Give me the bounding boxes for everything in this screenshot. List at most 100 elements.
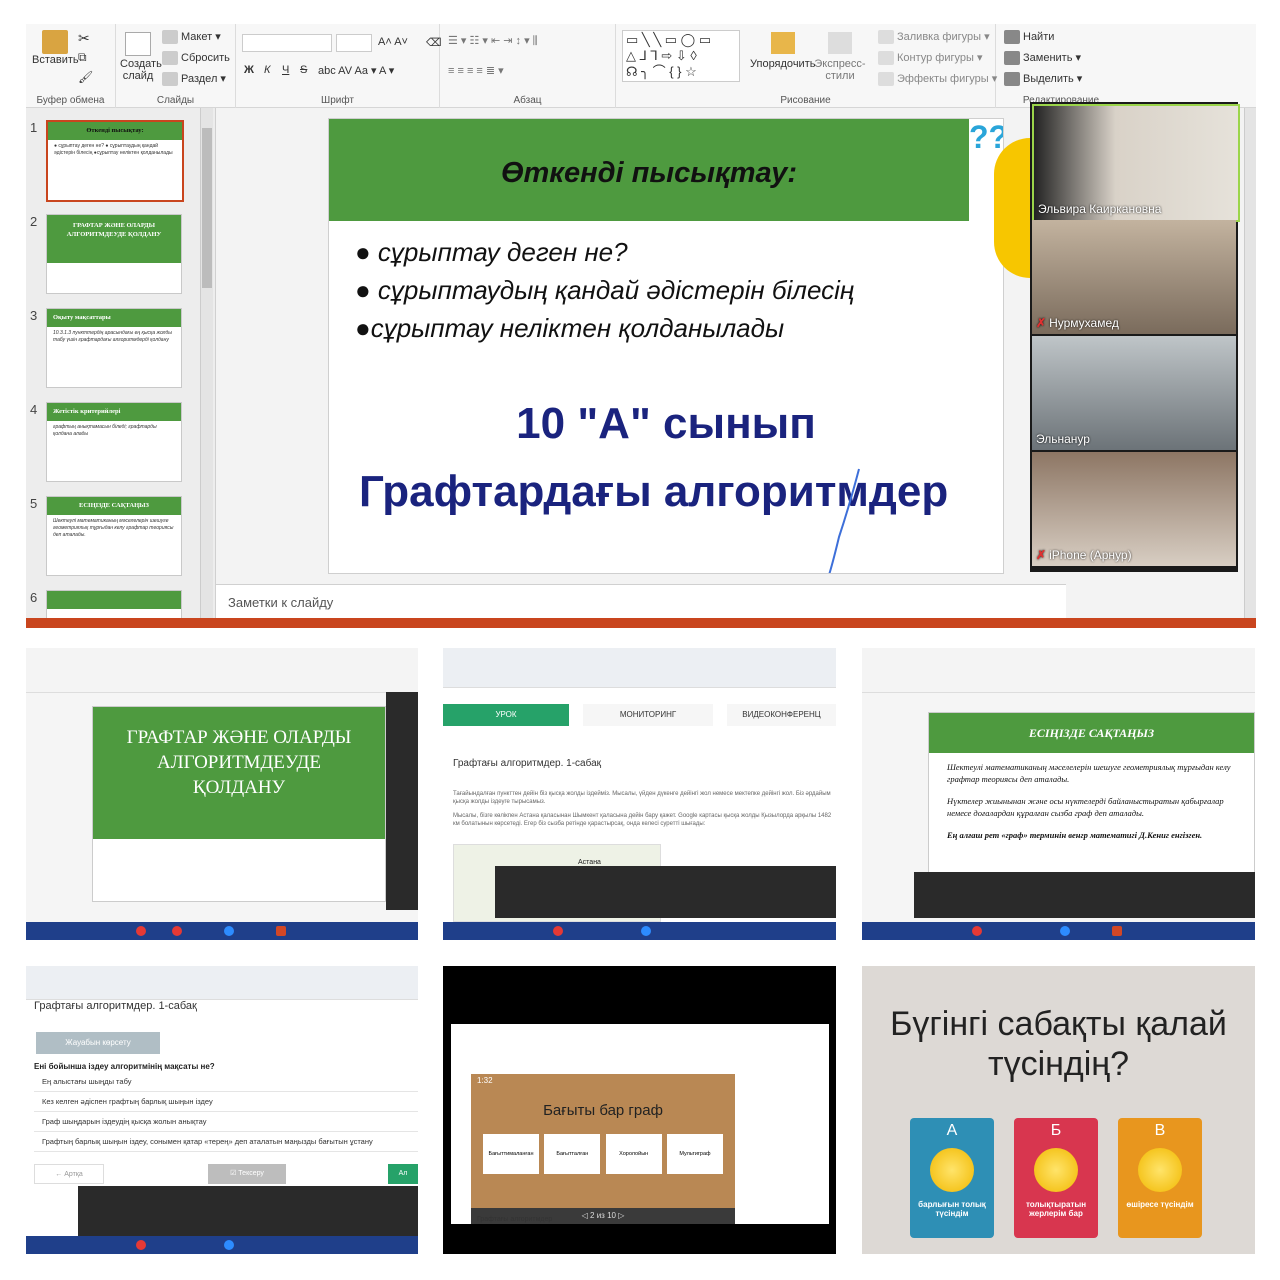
answer-card[interactable]: Бағыттималанған — [483, 1134, 539, 1174]
font-size-select[interactable] — [336, 34, 372, 52]
answer-card-c[interactable]: В өшіресе түсіндім — [1118, 1118, 1202, 1238]
fill-icon — [878, 30, 894, 45]
new-slide-button[interactable]: Создать слайд — [120, 32, 162, 82]
answer-card-a[interactable]: А барлығын толық түсіндім — [910, 1118, 994, 1238]
participant-label: ✗ Нурмухамед — [1036, 316, 1119, 330]
copy-icon[interactable]: ⧉ — [78, 50, 87, 65]
quiz-question: Ені бойынша іздеу алгоритмінің мақсаты н… — [34, 1062, 215, 1071]
slide-thumbnail-6[interactable] — [46, 590, 182, 620]
ribbon: Вставить ✂ ⧉ 🖌 Буфер обмена Создать слай… — [26, 24, 1256, 108]
current-slide[interactable]: Өткенді пысықтау: ?? ● сұрыптау деген не… — [328, 118, 1004, 574]
tab-videoconference[interactable]: ВИДЕОКОНФЕРЕНЦ — [727, 704, 836, 726]
layout-button[interactable]: Макет ▾ — [162, 30, 221, 45]
list-icons[interactable]: ☰ ▾ ☷ ▾ ⇤ ⇥ ↕ ▾ ⫼ — [448, 34, 538, 48]
answer-card[interactable]: Хоролойын — [605, 1134, 662, 1174]
tab-lesson[interactable]: УРОК — [443, 704, 569, 726]
quiz-option[interactable]: Графтың барлық шыңын іздеу, сонымен қата… — [34, 1132, 418, 1152]
select-button[interactable]: Выделить ▾ — [1004, 72, 1082, 87]
slide-title: ГРАФТАР ЖӘНЕ ОЛАРДЫ АЛГОРИТМДЕУДЕ ҚОЛДАН… — [93, 707, 385, 839]
bold-button[interactable]: Ж — [244, 64, 254, 76]
next-button[interactable]: Ал — [388, 1164, 418, 1184]
video-tile[interactable]: Эльвира Каиркановна — [1032, 104, 1240, 222]
game-title: Бағыты бар граф — [543, 1102, 663, 1119]
thumbnails-scrollbar[interactable] — [200, 108, 213, 618]
back-button[interactable]: ← Артқа — [34, 1164, 104, 1184]
slide-thumbnail-2[interactable]: ГРАФТАР ЖӘНЕ ОЛАРДЫ АЛГОРИТМДЕУДЕ ҚОЛДАН… — [46, 214, 182, 294]
replace-button[interactable]: Заменить ▾ — [1004, 51, 1081, 66]
reset-button[interactable]: Сбросить — [162, 51, 230, 65]
zoom-icon[interactable] — [1060, 926, 1070, 936]
thumb-number: 2 — [30, 214, 38, 229]
game-timer: 1:32 — [477, 1076, 493, 1085]
shape-fill-button[interactable]: Заливка фигуры ▾ — [878, 30, 990, 45]
check-button[interactable]: ☑ Тексеру — [208, 1164, 286, 1184]
chrome-icon[interactable] — [136, 926, 146, 936]
lesson-paragraph: Мысалы, бізге көлікпен Астана қаласынан … — [453, 813, 832, 827]
slide-thumbnail-3[interactable]: Оқыту мақсаттары 10.3.1.3 пункттердің ар… — [46, 308, 182, 388]
zoom-strip — [386, 692, 418, 910]
zoom-icon[interactable] — [224, 926, 234, 936]
chrome-icon[interactable] — [553, 926, 563, 936]
map-city-label: Астана — [578, 859, 601, 866]
paste-button[interactable]: Вставить — [32, 30, 79, 66]
chrome-icon[interactable] — [972, 926, 982, 936]
shape-outline-button[interactable]: Контур фигуры ▾ — [878, 51, 983, 66]
format-painter-icon[interactable]: 🖌 — [78, 70, 93, 84]
screenshot-slide-2: ГРАФТАР ЖӘНЕ ОЛАРДЫ АЛГОРИТМДЕУДЕ ҚОЛДАН… — [26, 648, 418, 940]
slide-thumbnail-4[interactable]: Жетістік критерийлері графтың анықтамасы… — [46, 402, 182, 482]
section-button[interactable]: Раздел ▾ — [162, 72, 226, 87]
arrange-button[interactable]: Упорядочить — [750, 32, 815, 70]
paste-icon — [42, 30, 68, 54]
underline-button[interactable]: Ч — [282, 64, 289, 76]
shape-effects-button[interactable]: Эффекты фигуры ▾ — [878, 72, 997, 87]
effects-icon — [878, 72, 894, 87]
shapes-gallery[interactable]: ▭ ╲ ╲ ▭ ◯ ▭ △ ⅃ ⅂ ⇨ ⇩ ◊ ☊ ╮ ⌒ { } ☆ — [622, 30, 740, 82]
zoom-video-strip — [78, 1186, 418, 1236]
font-misc-icons[interactable]: abc AV Aa ▾ A ▾ — [318, 64, 394, 77]
grow-font-icon[interactable]: A˄ A˅ — [378, 36, 408, 48]
cut-icon[interactable]: ✂ — [78, 30, 90, 47]
slide-thumbnail-5[interactable]: ЕСІҢІЗДЕ САҚТАҢЫЗ Шектеулі математиканың… — [46, 496, 182, 576]
main-scrollbar[interactable] — [1244, 108, 1256, 618]
video-tile[interactable]: Эльнанур — [1032, 336, 1236, 450]
notes-pane[interactable]: Заметки к слайду — [216, 584, 1066, 618]
video-tile[interactable]: ✗ iPhone (Арнур) — [1032, 452, 1236, 566]
scrollbar-thumb[interactable] — [202, 128, 212, 288]
chrome-icon[interactable] — [136, 1240, 146, 1250]
paragraph-group: ☰ ▾ ☷ ▾ ⇤ ⇥ ↕ ▾ ⫼ ≡ ≡ ≡ ≡ ≣ ▾ Абзац — [440, 24, 616, 108]
powerpoint-icon[interactable] — [1112, 926, 1122, 936]
mini-ribbon — [26, 648, 418, 693]
video-tile[interactable]: ✗ Нурмухамед — [1032, 220, 1236, 334]
italic-button[interactable]: К — [264, 64, 270, 76]
show-answer-button[interactable]: Жауабын көрсету — [36, 1032, 160, 1054]
thumb-number: 5 — [30, 496, 38, 511]
game-board[interactable]: 1:32 Бағыты бар граф Бағыттималанған Бағ… — [471, 1074, 735, 1224]
answer-card-b[interactable]: Б толықтыратын жерлерім бар — [1014, 1118, 1098, 1238]
thumb-title: Өткенді пысықтау: — [48, 122, 182, 140]
answer-card[interactable]: Бағытталған — [544, 1134, 601, 1174]
screenshot-wordwall-game: 1:32 Бағыты бар граф Бағыттималанған Бағ… — [443, 966, 836, 1254]
strike-button[interactable]: S — [300, 64, 307, 76]
quiz-option[interactable]: Кез келген әдіспен графтың барлық шыңын … — [34, 1092, 418, 1112]
pen-annotation — [828, 468, 860, 573]
powerpoint-icon[interactable] — [276, 926, 286, 936]
zoom-icon[interactable] — [641, 926, 651, 936]
zoom-icon[interactable] — [224, 1240, 234, 1250]
align-icons[interactable]: ≡ ≡ ≡ ≡ ≣ ▾ — [448, 64, 504, 77]
quick-styles-button[interactable]: Экспресс-стили — [812, 32, 868, 82]
find-button[interactable]: Найти — [1004, 30, 1054, 44]
quiz-options: Ең алыстағы шыңды табу Кез келген әдіспе… — [34, 1072, 418, 1152]
tab-monitoring[interactable]: МОНИТОРИНГ — [583, 704, 713, 726]
thumb-number: 4 — [30, 402, 38, 417]
zoom-video-strip — [914, 872, 1255, 918]
quiz-option[interactable]: Граф шыңдарын іздеудің қысқа жолын анықт… — [34, 1112, 418, 1132]
taskbar — [862, 922, 1255, 940]
font-family-select[interactable] — [242, 34, 332, 52]
thumb-number: 1 — [30, 120, 38, 135]
slide-thumbnail-1[interactable]: Өткенді пысықтау: ● сұрыптау деген не? ●… — [46, 120, 184, 202]
quiz-option[interactable]: Ең алыстағы шыңды табу — [34, 1072, 418, 1092]
slide-title-band: Өткенді пысықтау: — [329, 119, 969, 221]
taskbar — [443, 922, 836, 940]
opera-icon[interactable] — [172, 926, 182, 936]
answer-card[interactable]: Мультиграф — [666, 1134, 723, 1174]
